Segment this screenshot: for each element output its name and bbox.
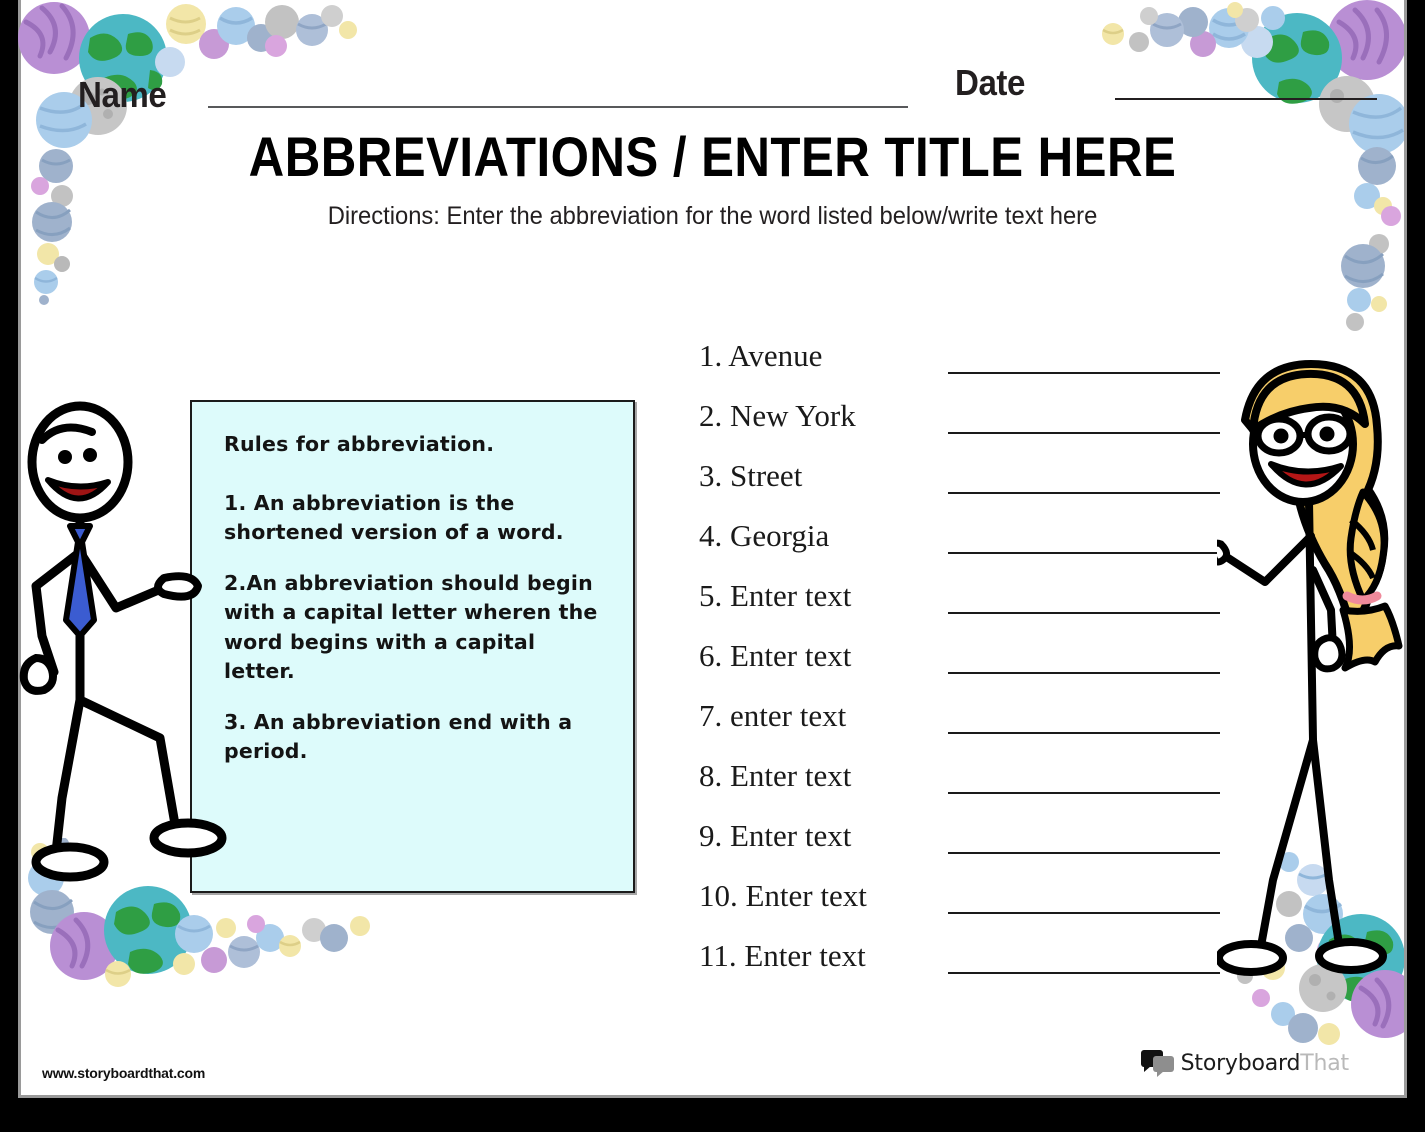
rules-box-content: Rules for abbreviation. 1. An abbreviati… [192,402,633,766]
question-label: 5. Enter text [699,578,852,613]
logo-word-that: That [1300,1050,1349,1076]
rules-box: Rules for abbreviation. 1. An abbreviati… [190,400,635,893]
answer-line[interactable] [948,492,1220,494]
worksheet-page: Name Date ABBREVIATIONS / ENTER TITLE HE… [18,0,1407,1098]
logo-word-storyboard: Storyboard [1180,1050,1301,1076]
answer-line[interactable] [948,552,1220,554]
question-label: 2. New York [699,398,856,433]
question-row: 10. Enter text [699,878,1229,938]
question-label: 6. Enter text [699,638,852,673]
question-label: 1. Avenue [699,338,823,373]
question-row: 6. Enter text [699,638,1229,698]
question-row: 3. Street [699,458,1229,518]
answer-line[interactable] [948,732,1220,734]
question-label: 9. Enter text [699,818,852,853]
date-label: Date [955,62,1025,103]
question-row: 2. New York [699,398,1229,458]
question-row: 11. Enter text [699,938,1229,998]
question-label: 8. Enter text [699,758,852,793]
question-label: 4. Georgia [699,518,830,553]
answer-line[interactable] [948,612,1220,614]
question-row: 8. Enter text [699,758,1229,818]
girl-stick-figure [1217,360,1403,976]
answer-line[interactable] [948,852,1220,854]
date-input-line[interactable] [1115,98,1377,100]
storyboardthat-logo: StoryboardThat [1140,1050,1350,1077]
question-label: 3. Street [699,458,803,493]
answer-line[interactable] [948,432,1220,434]
question-label: 7. enter text [699,698,847,733]
question-row: 7. enter text [699,698,1229,758]
speech-bubble-icon [1140,1050,1175,1077]
name-label: Name [78,74,167,115]
question-row: 5. Enter text [699,578,1229,638]
question-row: 9. Enter text [699,818,1229,878]
rule-item-3: 3. An abbreviation end with a period. [224,709,573,763]
rule-item-2: 2.An abbreviation should begin with a ca… [224,571,598,683]
page-title: ABBREVIATIONS / ENTER TITLE HERE [248,125,1177,188]
answer-line[interactable] [948,372,1220,374]
answer-line[interactable] [948,972,1220,974]
directions-text: Directions: Enter the abbreviation for t… [327,202,1098,230]
question-label: 10. Enter text [699,878,867,913]
rules-heading: Rules for abbreviation. [224,432,495,456]
name-input-line[interactable] [208,106,908,108]
answer-line[interactable] [948,792,1220,794]
answer-line[interactable] [948,672,1220,674]
site-url-text: www.storyboardthat.com [42,1065,206,1081]
rule-item-1: 1. An abbreviation is the shortened vers… [224,491,564,545]
question-label: 11. Enter text [699,938,866,973]
page-right-edge [1404,0,1407,1098]
logo-text: StoryboardThat [1180,1050,1350,1076]
question-row: 1. Avenue [699,338,1229,398]
answer-line[interactable] [948,912,1220,914]
question-row: 4. Georgia [699,518,1229,578]
question-list: 1. Avenue 2. New York 3. Street 4. Georg… [699,338,1229,998]
